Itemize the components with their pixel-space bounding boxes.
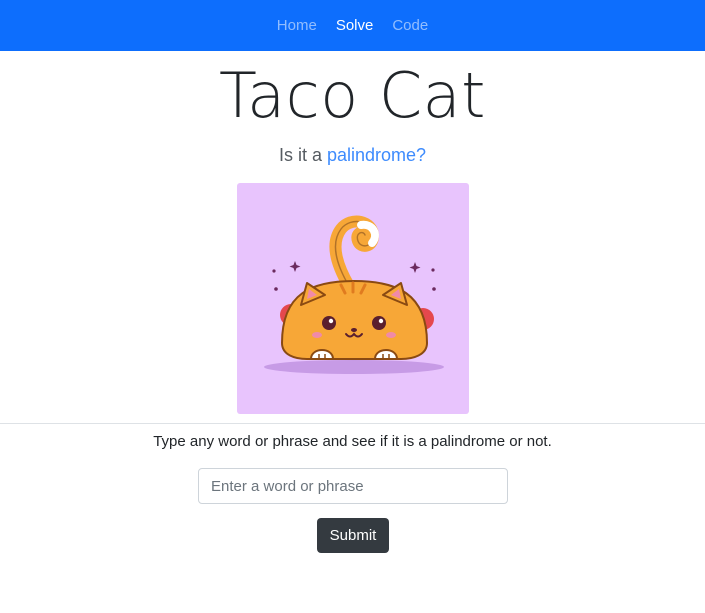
palindrome-link[interactable]: palindrome? xyxy=(327,145,426,165)
top-navbar: Home Solve Code xyxy=(0,0,705,51)
page-title: Taco Cat xyxy=(219,59,486,132)
submit-button[interactable]: Submit xyxy=(317,518,389,553)
nav-solve-link[interactable]: Solve xyxy=(336,17,374,34)
nav-code-link[interactable]: Code xyxy=(392,17,428,34)
page-subtitle: Is it a palindrome? xyxy=(0,143,705,167)
section-divider xyxy=(0,423,705,424)
instructions-text: Type any word or phrase and see if it is… xyxy=(153,433,552,450)
taco-cat-illustration-icon xyxy=(264,215,444,374)
taco-cat-image xyxy=(237,183,469,414)
nav-home-link[interactable]: Home xyxy=(277,17,317,34)
phrase-input[interactable] xyxy=(198,468,508,504)
subtitle-prefix: Is it a xyxy=(278,145,327,165)
